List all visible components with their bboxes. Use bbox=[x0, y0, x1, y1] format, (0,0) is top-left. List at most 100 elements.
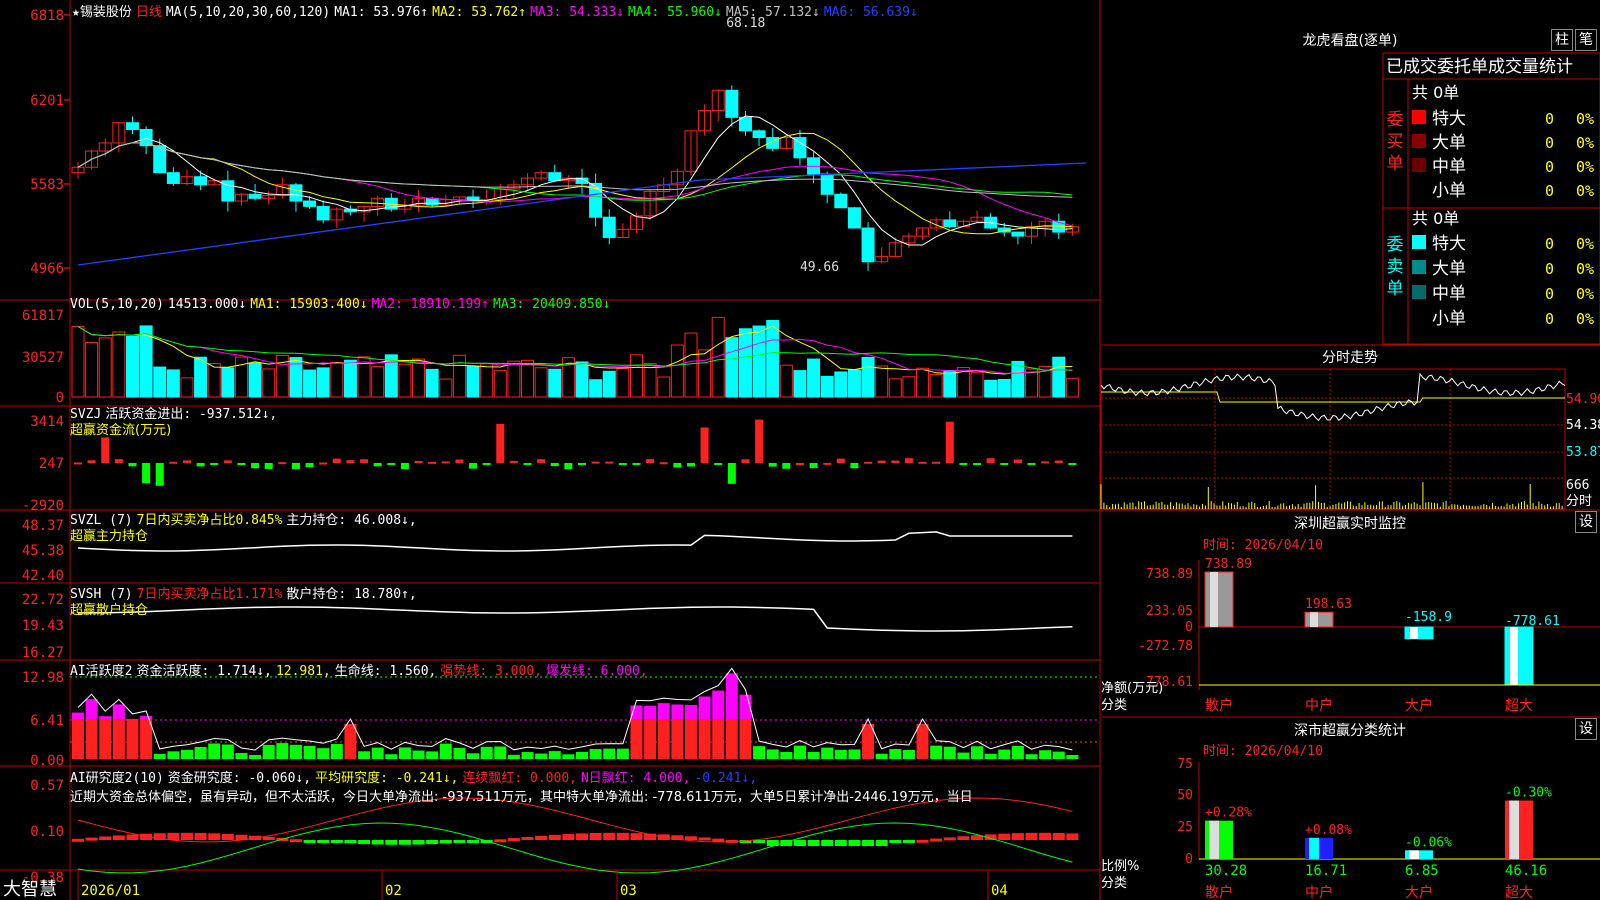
ai1-desc: 资金活跃度: 1.714↓, bbox=[136, 664, 272, 679]
research-bar bbox=[957, 836, 970, 840]
ai1-y-tick: 6.41 bbox=[30, 713, 64, 729]
buy-row-pct: 0% bbox=[1576, 158, 1594, 176]
fund-flow-bar bbox=[509, 460, 518, 463]
volume-bar bbox=[71, 325, 85, 398]
volume-bar bbox=[521, 359, 535, 398]
volume-bar bbox=[112, 331, 126, 398]
research-bar bbox=[72, 838, 84, 842]
buy-row-count: 0 bbox=[1545, 134, 1554, 152]
fund-flow-bar bbox=[360, 459, 369, 463]
classify-bar-highlight bbox=[1409, 850, 1419, 859]
research-bar bbox=[862, 840, 875, 846]
activity-bar bbox=[848, 749, 861, 759]
research-bar bbox=[262, 836, 275, 840]
fund-flow-bar bbox=[237, 463, 246, 466]
research-bar bbox=[576, 833, 588, 840]
monitor-y-tick: 0 bbox=[1185, 620, 1193, 635]
activity-bar bbox=[657, 719, 670, 759]
classify-settings-button[interactable]: 设 bbox=[1575, 718, 1597, 740]
classify-category: 散户 bbox=[1205, 884, 1233, 900]
fund-flow-bar bbox=[128, 463, 137, 467]
vol-value: 14513.000↓ bbox=[167, 297, 247, 312]
research-bar bbox=[698, 837, 711, 841]
fund-flow-bar bbox=[210, 463, 219, 465]
svzj-y-tick: 3414 bbox=[30, 414, 64, 430]
volume-bar bbox=[643, 363, 657, 398]
low-price-label: 49.66 bbox=[800, 260, 839, 275]
intraday-volume bbox=[1100, 482, 1563, 509]
fund-flow-bar bbox=[87, 460, 96, 463]
volume-bar bbox=[316, 367, 330, 398]
activity-bar bbox=[398, 747, 411, 759]
fund-flow-bar bbox=[482, 463, 491, 466]
vol-ma1: MA1: 15903.400↓ bbox=[250, 297, 368, 312]
fund-flow-bar bbox=[251, 463, 260, 469]
svzl-y-tick: 45.38 bbox=[22, 543, 64, 559]
intraday-vol-unit: 分时 bbox=[1566, 494, 1592, 509]
volume-bar bbox=[548, 368, 562, 398]
ai1-v4: 强势线: 3.000, bbox=[440, 664, 542, 679]
ai1-y-tick: 0.00 bbox=[30, 753, 64, 769]
volume-bar bbox=[698, 349, 712, 398]
activity-bar bbox=[984, 753, 997, 759]
research-bar bbox=[467, 840, 480, 843]
research-bar bbox=[208, 833, 221, 840]
fund-flow-bar bbox=[537, 459, 546, 463]
activity-bar bbox=[780, 751, 793, 759]
tick-view-button[interactable]: 笔 bbox=[1575, 29, 1597, 51]
monitor-bar-rect bbox=[1504, 626, 1534, 686]
fund-flow-bar bbox=[169, 461, 178, 464]
monitor-value-label: -158.9 bbox=[1405, 610, 1452, 625]
stock-chart-canvas[interactable]: 68.1849.66681862015583496661817305270341… bbox=[0, 0, 1600, 900]
buy-side-label: 单 bbox=[1387, 154, 1404, 174]
volume-bar bbox=[970, 371, 984, 398]
buy-side-label: 买 bbox=[1387, 132, 1404, 152]
research-bar bbox=[821, 840, 834, 846]
bar-view-button[interactable]: 柱 bbox=[1551, 29, 1573, 51]
monitor-bar-rect bbox=[1204, 571, 1234, 628]
buy-row-pct: 0% bbox=[1576, 134, 1594, 152]
research-bar bbox=[848, 840, 861, 846]
activity-bar bbox=[180, 749, 193, 759]
monitor-category: 散户 bbox=[1205, 697, 1233, 714]
volume-bar bbox=[629, 354, 643, 398]
main-position-line bbox=[77, 531, 1073, 552]
fund-flow-bar bbox=[264, 463, 273, 469]
date-label: 04 bbox=[991, 883, 1008, 899]
buy-row-count: 0 bbox=[1545, 182, 1554, 200]
activity-burst-bar bbox=[140, 716, 153, 719]
volume-bar bbox=[262, 368, 276, 398]
research-bar bbox=[317, 840, 330, 843]
fund-flow-bar bbox=[223, 460, 232, 463]
svzl-y-tick: 48.37 bbox=[22, 518, 64, 534]
research-bar bbox=[1011, 833, 1024, 840]
ma4-value: MA4: 55.960↓ bbox=[627, 5, 722, 20]
monitor-bar-highlight bbox=[1310, 612, 1318, 627]
research-bar bbox=[1039, 832, 1052, 840]
volume-bar bbox=[670, 344, 684, 398]
activity-bar bbox=[889, 749, 902, 759]
activity-bar bbox=[1039, 750, 1052, 759]
volume-bar bbox=[657, 376, 671, 398]
volume-bar bbox=[221, 367, 235, 398]
activity-bar bbox=[249, 754, 262, 759]
fund-flow-bars bbox=[74, 419, 1077, 486]
activity-burst-bar bbox=[671, 704, 684, 719]
activity-burst-bar bbox=[698, 696, 711, 719]
activity-bar bbox=[412, 750, 425, 759]
activity-bar bbox=[194, 746, 207, 759]
classify-bar-highlight bbox=[1509, 800, 1519, 859]
intraday-price-line bbox=[1100, 372, 1566, 422]
activity-bar bbox=[385, 754, 398, 759]
fund-flow-bar bbox=[455, 459, 464, 463]
sell-row-pct: 0% bbox=[1576, 310, 1594, 328]
monitor-settings-button[interactable]: 设 bbox=[1575, 511, 1597, 533]
volume-bar bbox=[153, 366, 167, 398]
volume-bar bbox=[466, 365, 480, 398]
volume-bar bbox=[725, 337, 739, 398]
fund-flow-bar bbox=[864, 461, 873, 464]
classify-pct-label: +0.28% bbox=[1205, 806, 1252, 821]
volume-bar bbox=[452, 354, 466, 398]
activity-bar bbox=[971, 746, 984, 759]
vol-y-tick: 30527 bbox=[22, 350, 64, 366]
